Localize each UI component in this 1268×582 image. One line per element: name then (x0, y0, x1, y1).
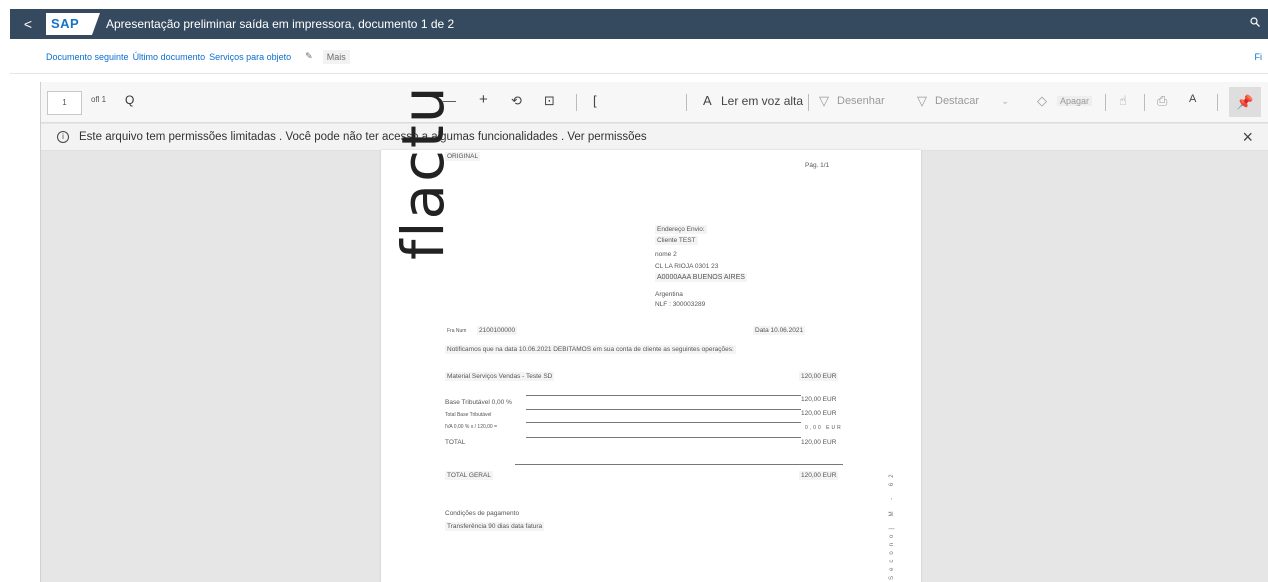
sap-logo[interactable]: SAP (46, 13, 100, 35)
read-aloud-button[interactable]: Ler em voz alta (721, 94, 803, 108)
table-rule (515, 464, 843, 465)
invoice-date: Data 10.06.2021 (753, 326, 806, 335)
page-label: Pág. 1/1 (805, 162, 830, 169)
pin-icon[interactable]: 📌 (1229, 87, 1261, 117)
iva-label: IVA 0,00 % x / 120,00 = (445, 424, 498, 430)
pdf-viewer: 1 ofl 1 Q — + ⟲ ⊡ [ A Ler em voz alta ▽ … (40, 82, 1268, 582)
find-link[interactable]: Fi (1255, 52, 1263, 62)
address-nif: NLF : 300003289 (655, 301, 706, 308)
info-icon: i (57, 131, 69, 143)
find-in-document-icon[interactable]: Q (125, 93, 134, 107)
item-description: Material Serviços Vendas - Teste SD (445, 372, 555, 381)
permissions-banner: i Este arquivo tem permissões limitadas … (41, 124, 1268, 151)
notification-text: Notificamos que na data 10.06.2021 DEBIT… (445, 345, 736, 354)
permissions-message: Este arquivo tem permissões limitadas . … (79, 131, 647, 143)
last-document-link[interactable]: Último documento (133, 52, 206, 62)
toolbar-divider (1105, 94, 1106, 111)
rotate-icon[interactable]: ⟲ (511, 93, 522, 109)
read-aloud-icon: A (703, 93, 712, 108)
page-number-input[interactable]: 1 (47, 91, 82, 115)
sap-logo-text: SAP (51, 16, 80, 31)
total-base-amount: 120,00 EUR (801, 410, 837, 417)
draw-button[interactable]: Desenhar (837, 95, 885, 107)
page-title: Apresentação preliminar saída em impress… (106, 17, 455, 31)
table-rule (526, 409, 801, 410)
zoom-in-button[interactable]: + (479, 91, 488, 108)
highlight-chevron-icon[interactable]: ⌄ (1001, 96, 1009, 107)
toolbar-divider (686, 94, 687, 111)
total-amount: 120,00 EUR (801, 439, 837, 446)
address-country: Argentina (655, 291, 683, 298)
item-amount: 120,00 EUR (799, 372, 839, 381)
address-name: nome 2 (655, 251, 677, 258)
sub-toolbar: Documento seguinte Último documento Serv… (10, 40, 1268, 74)
pencil-icon[interactable]: ✎ (305, 51, 313, 62)
search-icon[interactable] (1250, 17, 1260, 27)
shell-bar: < SAP Apresentação preliminar saída em i… (10, 9, 1268, 39)
back-button[interactable]: < (10, 16, 46, 32)
touch-icon[interactable]: ☝ (1119, 93, 1127, 109)
page-count: ofl 1 (91, 95, 107, 104)
toolbar-divider (808, 94, 809, 111)
toolbar-divider (1217, 94, 1218, 111)
pdf-toolbar: 1 ofl 1 Q — + ⟲ ⊡ [ A Ler em voz alta ▽ … (41, 82, 1268, 123)
base-amount: 120,00 EUR (801, 396, 837, 403)
highlight-button[interactable]: Destacar (935, 95, 979, 107)
text-options-button[interactable]: A (1189, 93, 1196, 105)
highlight-icon[interactable]: ▽ (917, 93, 927, 109)
vertical-footer-text: Secono| M - 62 (889, 469, 895, 580)
address-street: CL LA RIOJA 0301 23 (655, 263, 719, 270)
payment-terms: Transferência 90 dias data fatura (445, 522, 545, 531)
iva-amount: 0,00 EUR (805, 425, 843, 431)
watermark-text: flactu (389, 84, 457, 260)
address-city: A0000AAA BUENOS AIRES (655, 273, 747, 282)
invoice-number: 2100100000 (477, 326, 518, 335)
invoice-number-label: Fra Num (447, 328, 467, 334)
erase-button[interactable]: Apagar (1057, 96, 1093, 106)
close-icon[interactable]: × (1242, 127, 1253, 148)
total-label: TOTAL (445, 439, 466, 446)
document-page: flactu ORIGINAL Pág. 1/1 Endereço Envio:… (381, 85, 921, 582)
print-icon[interactable]: ⎙ (1157, 93, 1167, 109)
original-label: ORIGINAL (445, 152, 481, 161)
table-rule (526, 437, 801, 438)
total-base-label: Total Base Tributável (445, 412, 492, 418)
draw-icon[interactable]: ▽ (819, 93, 829, 109)
services-for-object-link[interactable]: Serviços para objeto (209, 52, 291, 62)
more-menu-button[interactable]: Mais (322, 49, 350, 64)
table-rule (526, 395, 801, 396)
eraser-icon[interactable]: ◇ (1037, 93, 1047, 109)
base-label: Base Tributável 0,00 % (445, 399, 512, 406)
page-view-icon[interactable]: [ (593, 93, 597, 108)
table-rule (526, 422, 801, 423)
fit-page-icon[interactable]: ⊡ (544, 93, 555, 109)
payment-header: Condições de pagamento (445, 510, 520, 517)
grand-total-amount: 120,00 EUR (799, 471, 839, 480)
address-client: Cliente TEST (655, 236, 698, 245)
toolbar-divider (1144, 94, 1145, 111)
next-document-link[interactable]: Documento seguinte (46, 52, 129, 62)
grand-total-label: TOTAL GERAL (445, 471, 493, 480)
address-header: Endereço Envio: (655, 225, 707, 234)
toolbar-divider (576, 94, 577, 111)
